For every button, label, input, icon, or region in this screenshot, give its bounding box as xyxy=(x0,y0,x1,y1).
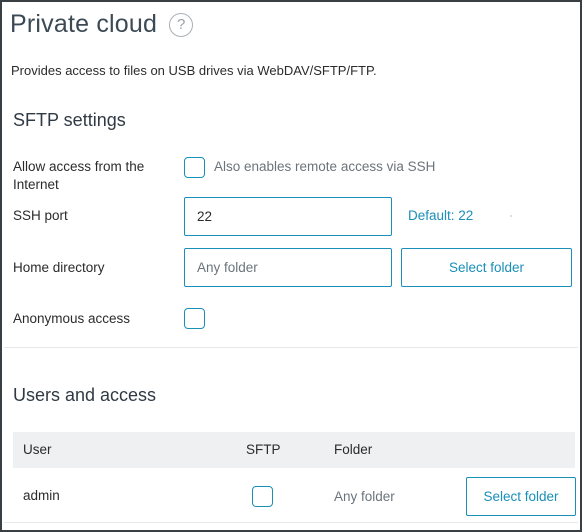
column-header-folder: Folder xyxy=(334,442,373,457)
private-cloud-panel: Private cloud ? Provides access to files… xyxy=(0,0,582,532)
users-access-title: Users and access xyxy=(13,385,157,405)
page-description: Provides access to files on USB drives v… xyxy=(11,63,377,78)
page-title: Private cloud xyxy=(10,10,158,38)
ssh-port-default: Default: 22 xyxy=(408,208,474,223)
home-directory-input[interactable]: Any folder xyxy=(184,248,392,287)
users-table-header: User SFTP Folder xyxy=(13,432,575,468)
home-directory-label: Home directory xyxy=(13,260,105,275)
question-circle-icon[interactable]: ? xyxy=(169,12,194,37)
internet-access-label: Allow access from the Internet xyxy=(13,159,145,192)
user-sftp-checkbox[interactable] xyxy=(252,486,273,507)
column-header-user: User xyxy=(23,442,52,457)
bottom-divider xyxy=(4,522,578,523)
internet-access-checkbox[interactable] xyxy=(184,157,205,178)
anonymous-access-label: Anonymous access xyxy=(13,311,131,326)
title-row: Private cloud ? xyxy=(10,10,194,39)
column-header-sftp: SFTP xyxy=(246,442,281,457)
home-directory-placeholder: Any folder xyxy=(197,260,258,275)
internet-access-hint: Also enables remote access via SSH xyxy=(214,159,436,174)
home-directory-select-folder-button[interactable]: Select folder xyxy=(401,248,572,287)
ssh-port-label: SSH port xyxy=(13,208,68,223)
user-select-folder-button[interactable]: Select folder xyxy=(466,477,576,516)
ssh-port-value: 22 xyxy=(197,209,213,224)
user-name-cell: admin xyxy=(23,488,60,503)
section-divider xyxy=(4,347,578,348)
decorative-dot xyxy=(510,215,512,217)
user-folder-cell: Any folder xyxy=(334,489,395,504)
ssh-port-input[interactable]: 22 xyxy=(184,197,392,236)
sftp-settings-title: SFTP settings xyxy=(13,110,126,130)
anonymous-access-checkbox[interactable] xyxy=(184,308,205,329)
